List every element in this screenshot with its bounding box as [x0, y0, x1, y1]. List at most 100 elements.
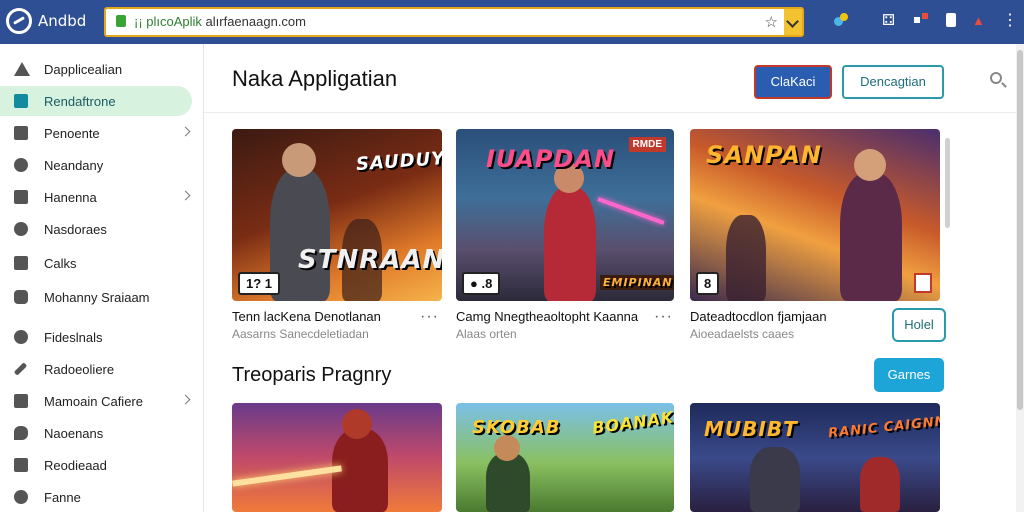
sidebar-item-label: Hanenna — [44, 190, 97, 205]
shield-icon — [14, 290, 28, 304]
game-thumbnail[interactable] — [232, 403, 442, 512]
dropdown-icon[interactable] — [784, 9, 802, 35]
sidebar-item-calks[interactable]: Calks — [0, 248, 204, 278]
mail-icon — [14, 458, 28, 472]
sidebar-item-fanne[interactable]: Fanne — [0, 482, 204, 512]
sidebar-item-nasdoraes[interactable]: Nasdoraes — [0, 214, 204, 244]
address-bar[interactable]: ¡¡ plıcoAplik alırfaenaagn.com ☆ — [104, 7, 804, 37]
card-subtitle: Alaas orten — [456, 327, 517, 341]
background-figure — [726, 215, 766, 301]
character-head — [282, 143, 316, 177]
section-title: Treoparis Pragnry — [232, 364, 392, 386]
card-subtitle: Aioeadaelsts caaes — [690, 327, 795, 341]
sidebar-item-naoenans[interactable]: Naoenans — [0, 418, 204, 448]
card-subtitle: Aasarns Sanecdeletiadan — [232, 327, 369, 341]
sidebar-item-label: Neandany — [44, 158, 104, 173]
puzzle-icon[interactable]: ⚃ — [882, 13, 898, 29]
person-icon — [14, 490, 28, 504]
card-title[interactable]: Camg Nnegtheaoltopht Kaanna — [456, 309, 638, 324]
sidebar-item-dapplicealian[interactable]: Dapplicealian — [0, 54, 204, 84]
character-head — [854, 149, 886, 181]
mail-icon — [14, 190, 28, 204]
app-icon — [14, 94, 28, 108]
extension-icon[interactable] — [834, 13, 850, 29]
sidebar-item-neandany[interactable]: Neandany — [0, 150, 204, 180]
laser-beam — [597, 197, 665, 225]
art-title-top: SANPAN — [706, 141, 822, 169]
character-head — [494, 435, 520, 461]
character-figure — [486, 453, 530, 512]
browser-brand: Andbd — [38, 12, 87, 30]
character-figure — [860, 457, 900, 512]
search-icon[interactable] — [990, 72, 1002, 84]
more-options-icon[interactable]: ··· — [654, 308, 673, 326]
header-divider — [204, 112, 1024, 113]
character-figure — [544, 187, 596, 301]
share-icon[interactable] — [914, 273, 932, 293]
sidebar-item-mohanny-sraiaam[interactable]: Mohanny Sraiaam — [0, 282, 204, 312]
check-icon — [14, 256, 28, 270]
secondary-button[interactable]: Dencagtian — [842, 65, 944, 99]
holel-button[interactable]: Holel — [892, 308, 946, 342]
card-title[interactable]: Tenn lacKena Denotlanan — [232, 309, 381, 324]
art-title-secondary: BOANAK — [591, 407, 674, 438]
warning-icon — [14, 62, 30, 76]
art-title-top: IUAPDAN — [486, 145, 616, 173]
game-thumbnail[interactable]: SANPAN 8 — [690, 129, 940, 301]
cards-scrollbar[interactable] — [945, 138, 950, 228]
profile-icon[interactable] — [946, 13, 956, 27]
sidebar-item-label: Nasdoraes — [44, 222, 107, 237]
grid-icon[interactable] — [914, 13, 930, 29]
url-text[interactable]: ¡¡ plıcoAplik alırfaenaagn.com — [134, 14, 306, 29]
sidebar-item-label: Penoente — [44, 126, 100, 141]
corner-label: RMDE — [628, 137, 666, 152]
art-title-main: STNRAAN — [298, 245, 442, 275]
art-title-top: SAUDUY — [355, 147, 442, 176]
sidebar-item-fideslnals[interactable]: Fideslnals — [0, 322, 204, 352]
sidebar-item-label: Radoeoliere — [44, 362, 115, 377]
sidebar-item-reodieaad[interactable]: Reodieaad — [0, 450, 204, 480]
sidebar-item-radoeoliere[interactable]: Radoeoliere — [0, 354, 204, 384]
url-path: alırfaenaagn.com — [201, 14, 306, 29]
games-button[interactable]: Garnes — [874, 358, 944, 392]
sidebar-item-hanenna[interactable]: Hanenna — [0, 182, 204, 212]
sidebar-item-mamoain-cafiere[interactable]: Mamoain Cafiere — [0, 386, 204, 416]
sidebar-item-label: Reodieaad — [44, 458, 107, 473]
game-thumbnail[interactable]: SKOBAB BOANAK — [456, 403, 674, 512]
person-icon — [14, 330, 28, 344]
sidebar-item-label: Dapplicealian — [44, 62, 123, 77]
sidebar-item-penoente[interactable]: Penoente — [0, 118, 204, 148]
rating-badge: ● .8 — [462, 272, 501, 295]
page-title: Naka Appligatian — [232, 66, 398, 91]
character-head — [342, 409, 372, 439]
sidebar-item-rendaftrone[interactable]: Rendaftrone — [0, 86, 192, 116]
url-domain: ¡¡ plıcoAplik — [134, 14, 202, 29]
scrollbar-thumb[interactable] — [1017, 50, 1023, 410]
chevron-right-icon — [180, 190, 191, 201]
more-options-icon[interactable]: ··· — [420, 308, 439, 326]
notification-icon[interactable]: ▲ — [972, 13, 988, 29]
energy-beam — [232, 465, 342, 487]
game-thumbnail[interactable]: MUBIBT RANIC CAIGNNES — [690, 403, 940, 512]
menu-icon[interactable]: ⋮ — [1002, 13, 1018, 29]
art-title-main: SKOBAB — [472, 417, 561, 438]
game-thumbnail[interactable]: IUAPDAN RMDE EMIPINAN ● .8 — [456, 129, 674, 301]
sidebar-item-label: Calks — [44, 256, 77, 271]
sidebar-item-label: Naoenans — [44, 426, 104, 441]
sidebar-item-label: Rendaftrone — [44, 94, 116, 109]
card-title[interactable]: Dateadtocdlon fjamjaan — [690, 309, 827, 324]
character-figure — [840, 173, 902, 301]
art-title-main: EMIPINAN — [600, 275, 674, 290]
primary-button[interactable]: ClaKaci — [754, 65, 832, 99]
art-title-main: MUBIBT — [704, 417, 798, 441]
sidebar-item-label: Fanne — [44, 490, 81, 505]
chevron-right-icon — [180, 394, 191, 405]
rating-badge: 8 — [696, 272, 720, 295]
art-title-secondary: RANIC CAIGNNES — [827, 411, 940, 442]
browser-toolbar: Andbd ¡¡ plıcoAplik alırfaenaagn.com ☆ ⚃… — [0, 0, 1024, 44]
wrench-icon — [13, 362, 28, 376]
star-icon[interactable]: ☆ — [765, 13, 778, 31]
character-figure — [750, 447, 800, 512]
game-thumbnail[interactable]: SAUDUY STNRAAN 1? 1 — [232, 129, 442, 301]
app-logo-icon[interactable] — [6, 8, 32, 34]
